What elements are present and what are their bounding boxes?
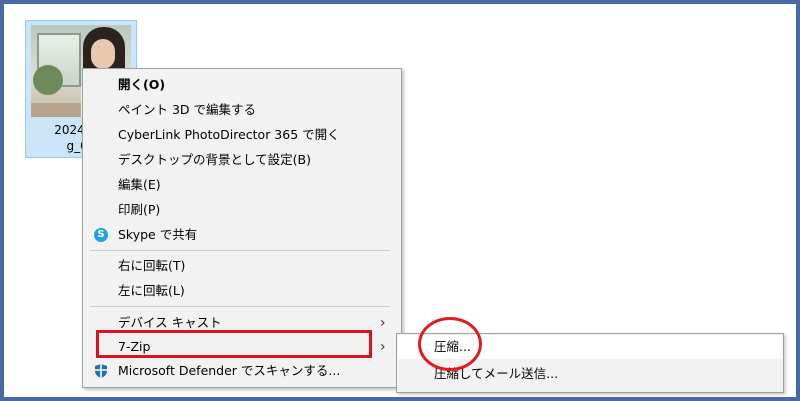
chevron-right-icon: › (380, 339, 386, 355)
menu-item-label: ペイント 3D で編集する (118, 102, 257, 117)
menu-item-label: 開く(O) (118, 77, 166, 92)
menu-item-label: Microsoft Defender でスキャンする... (118, 363, 341, 378)
menu-item-rotate-right[interactable]: 右に回転(T) (84, 254, 400, 278)
menu-item-photodirector-open[interactable]: CyberLink PhotoDirector 365 で開く (84, 123, 400, 147)
window-frame: 2024012 g_04 開く(O) ペイント 3D で編集する CyberLi… (0, 0, 800, 401)
menu-item-set-desktop-background[interactable]: デスクトップの背景として設定(B) (84, 148, 400, 172)
menu-item-label: 左に回転(L) (118, 283, 185, 298)
menu-item-rotate-left[interactable]: 左に回転(L) (84, 279, 400, 303)
menu-item-label: デスクトップの背景として設定(B) (118, 152, 311, 167)
menu-item-skype-share[interactable]: S Skype で共有 (84, 223, 400, 247)
skype-icon: S (94, 228, 108, 242)
highlight-circle-compress (418, 317, 482, 371)
menu-separator (90, 250, 390, 251)
menu-item-label: 印刷(P) (118, 202, 161, 217)
menu-item-label: 編集(E) (118, 177, 161, 192)
chevron-right-icon: › (380, 315, 386, 331)
menu-item-edit[interactable]: 編集(E) (84, 173, 400, 197)
menu-item-label: 右に回転(T) (118, 258, 186, 273)
menu-separator (90, 306, 390, 307)
menu-item-paint3d-edit[interactable]: ペイント 3D で編集する (84, 98, 400, 122)
menu-item-print[interactable]: 印刷(P) (84, 198, 400, 222)
menu-item-label: CyberLink PhotoDirector 365 で開く (118, 127, 340, 142)
menu-item-open[interactable]: 開く(O) (84, 73, 400, 97)
menu-item-label: Skype で共有 (118, 227, 198, 242)
shield-icon (95, 364, 107, 378)
highlight-box-7zip (96, 330, 372, 358)
menu-item-defender-scan[interactable]: Microsoft Defender でスキャンする... (84, 359, 400, 383)
